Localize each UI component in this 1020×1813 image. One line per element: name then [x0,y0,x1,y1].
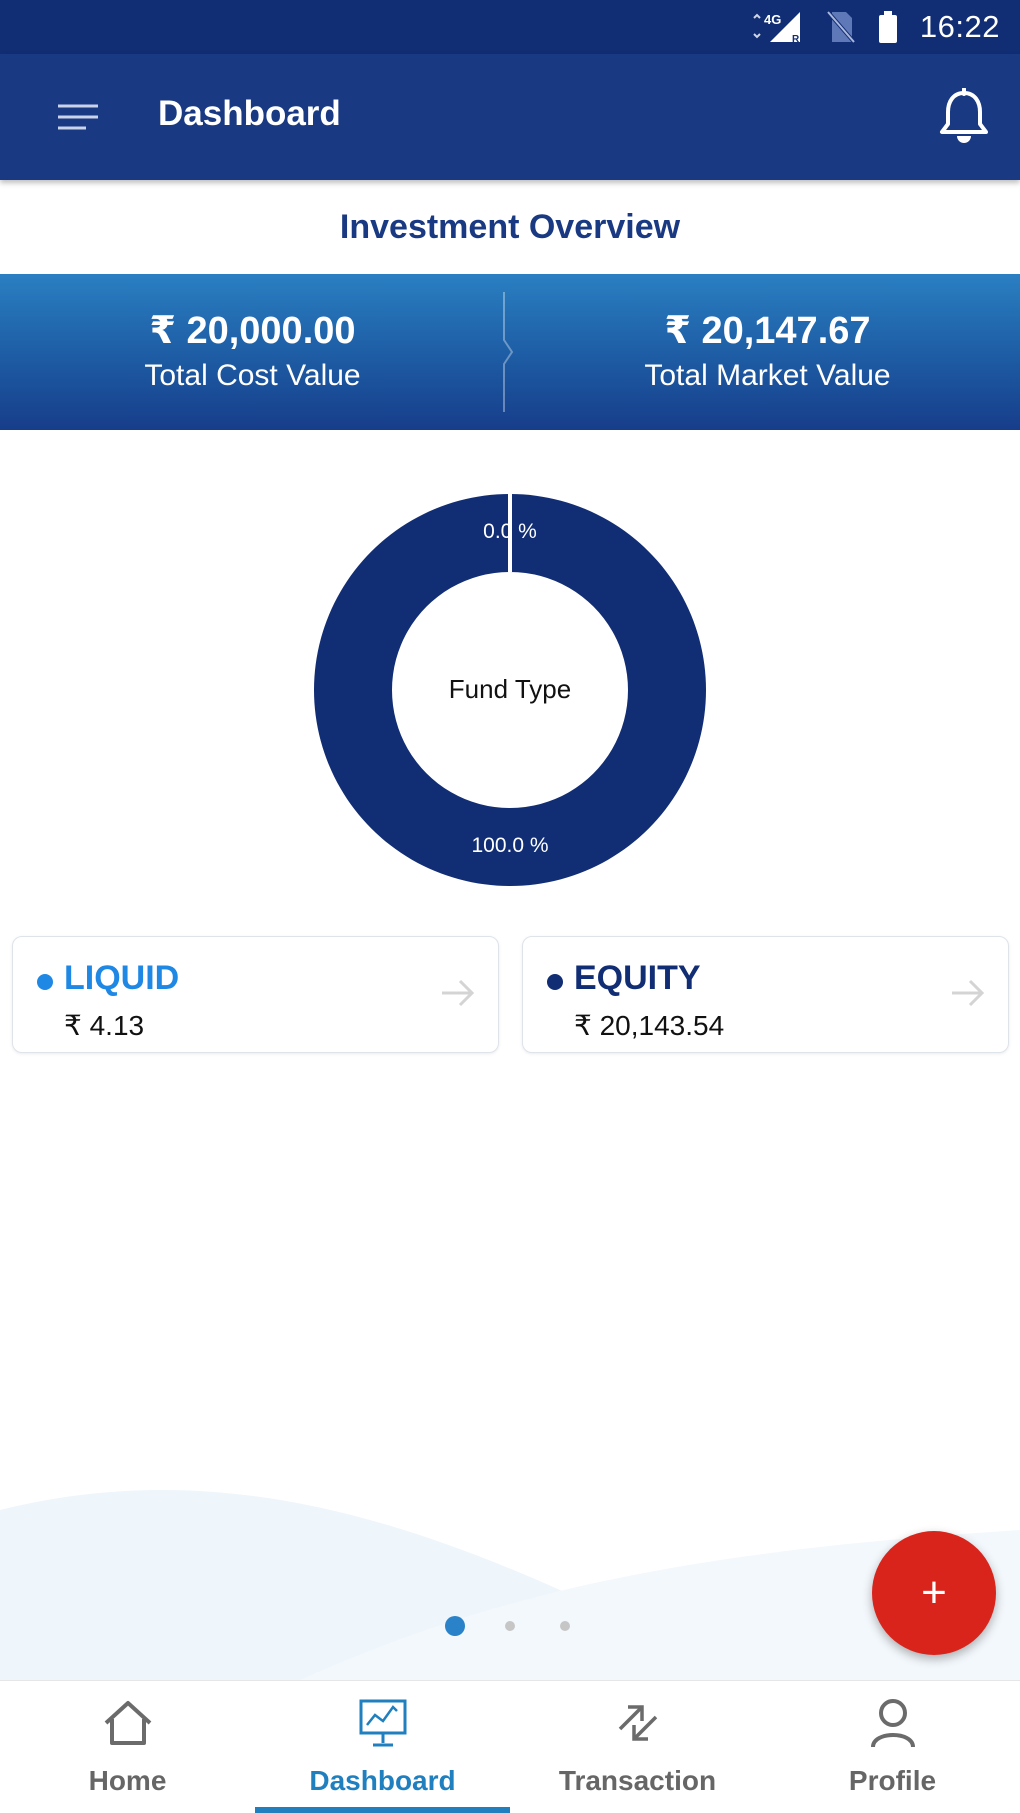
active-tab-indicator [255,1807,510,1813]
menu-button[interactable] [56,102,100,132]
donut-label-liquid: 0.0 % [483,520,537,543]
swap-arrows-icon [618,1705,658,1741]
svg-text:4G: 4G [764,12,781,27]
total-cost-block: ₹ 20,000.00 Total Cost Value [0,274,505,430]
page-indicator [0,1616,1020,1636]
app-bar: Dashboard [0,54,1020,180]
fund-card-liquid[interactable]: LIQUID ₹ 4.13 [12,936,499,1053]
user-icon [871,1699,915,1748]
no-sim-icon [826,10,856,44]
battery-icon [878,10,898,44]
bell-icon [940,87,988,143]
pager-dot[interactable] [445,1616,465,1636]
dashboard-screen: 4G R 16:22 Dashboard Investment Overview… [0,0,1020,1813]
section-title: Investment Overview [339,207,681,246]
pager-dot[interactable] [505,1621,515,1631]
status-time: 16:22 [919,9,1000,44]
home-icon [104,1701,152,1745]
pager-dot[interactable] [560,1621,570,1631]
equity-legend-dot [547,974,563,990]
page-title: Dashboard [158,94,341,133]
total-market-label: Total Market Value [644,359,891,392]
donut-svg: 0.0 % 100.0 % Fund Type [314,494,707,886]
nav-item-home[interactable]: Home [0,1681,255,1813]
status-bar: 4G R 16:22 [0,0,1020,54]
add-fab-button[interactable]: + [872,1531,996,1655]
background-wave-decoration [0,1489,1020,1680]
hamburger-icon [58,104,98,130]
network-signal-icon: 4G R [750,10,804,44]
fund-card-equity[interactable]: EQUITY ₹ 20,143.54 [522,936,1009,1053]
fund-value-liquid: ₹ 4.13 [64,1010,145,1041]
donut-label-equity: 100.0 % [471,834,548,857]
liquid-legend-dot [37,974,53,990]
total-market-block: ₹ 20,147.67 Total Market Value [515,274,1020,430]
nav-item-transaction[interactable]: Transaction [510,1681,765,1813]
nav-label-transaction: Transaction [558,1765,717,1796]
total-market-amount: ₹ 20,147.67 [664,310,871,352]
nav-label-home: Home [88,1765,167,1796]
fund-type-donut-chart: 0.0 % 100.0 % Fund Type [310,490,710,890]
notifications-button[interactable] [938,87,990,146]
nav-item-dashboard[interactable]: Dashboard [255,1681,510,1813]
donut-center-label: Fund Type [449,674,571,704]
nav-label-dashboard: Dashboard [309,1765,456,1796]
total-cost-label: Total Cost Value [144,359,361,392]
svg-text:R: R [792,34,800,44]
fund-name-equity: EQUITY [574,959,701,997]
fund-value-equity: ₹ 20,143.54 [574,1010,725,1041]
investment-summary: ₹ 20,000.00 Total Cost Value ₹ 20,147.67… [0,274,1020,430]
total-cost-amount: ₹ 20,000.00 [149,310,356,352]
dashboard-monitor-icon [359,1699,407,1747]
fund-name-liquid: LIQUID [64,959,180,997]
nav-label-profile: Profile [848,1765,937,1796]
bottom-navigation: Home Dashboard Transaction Profile [0,1680,1020,1813]
arrow-right-icon [442,979,475,1007]
nav-item-profile[interactable]: Profile [765,1681,1020,1813]
arrow-right-icon [952,979,985,1007]
